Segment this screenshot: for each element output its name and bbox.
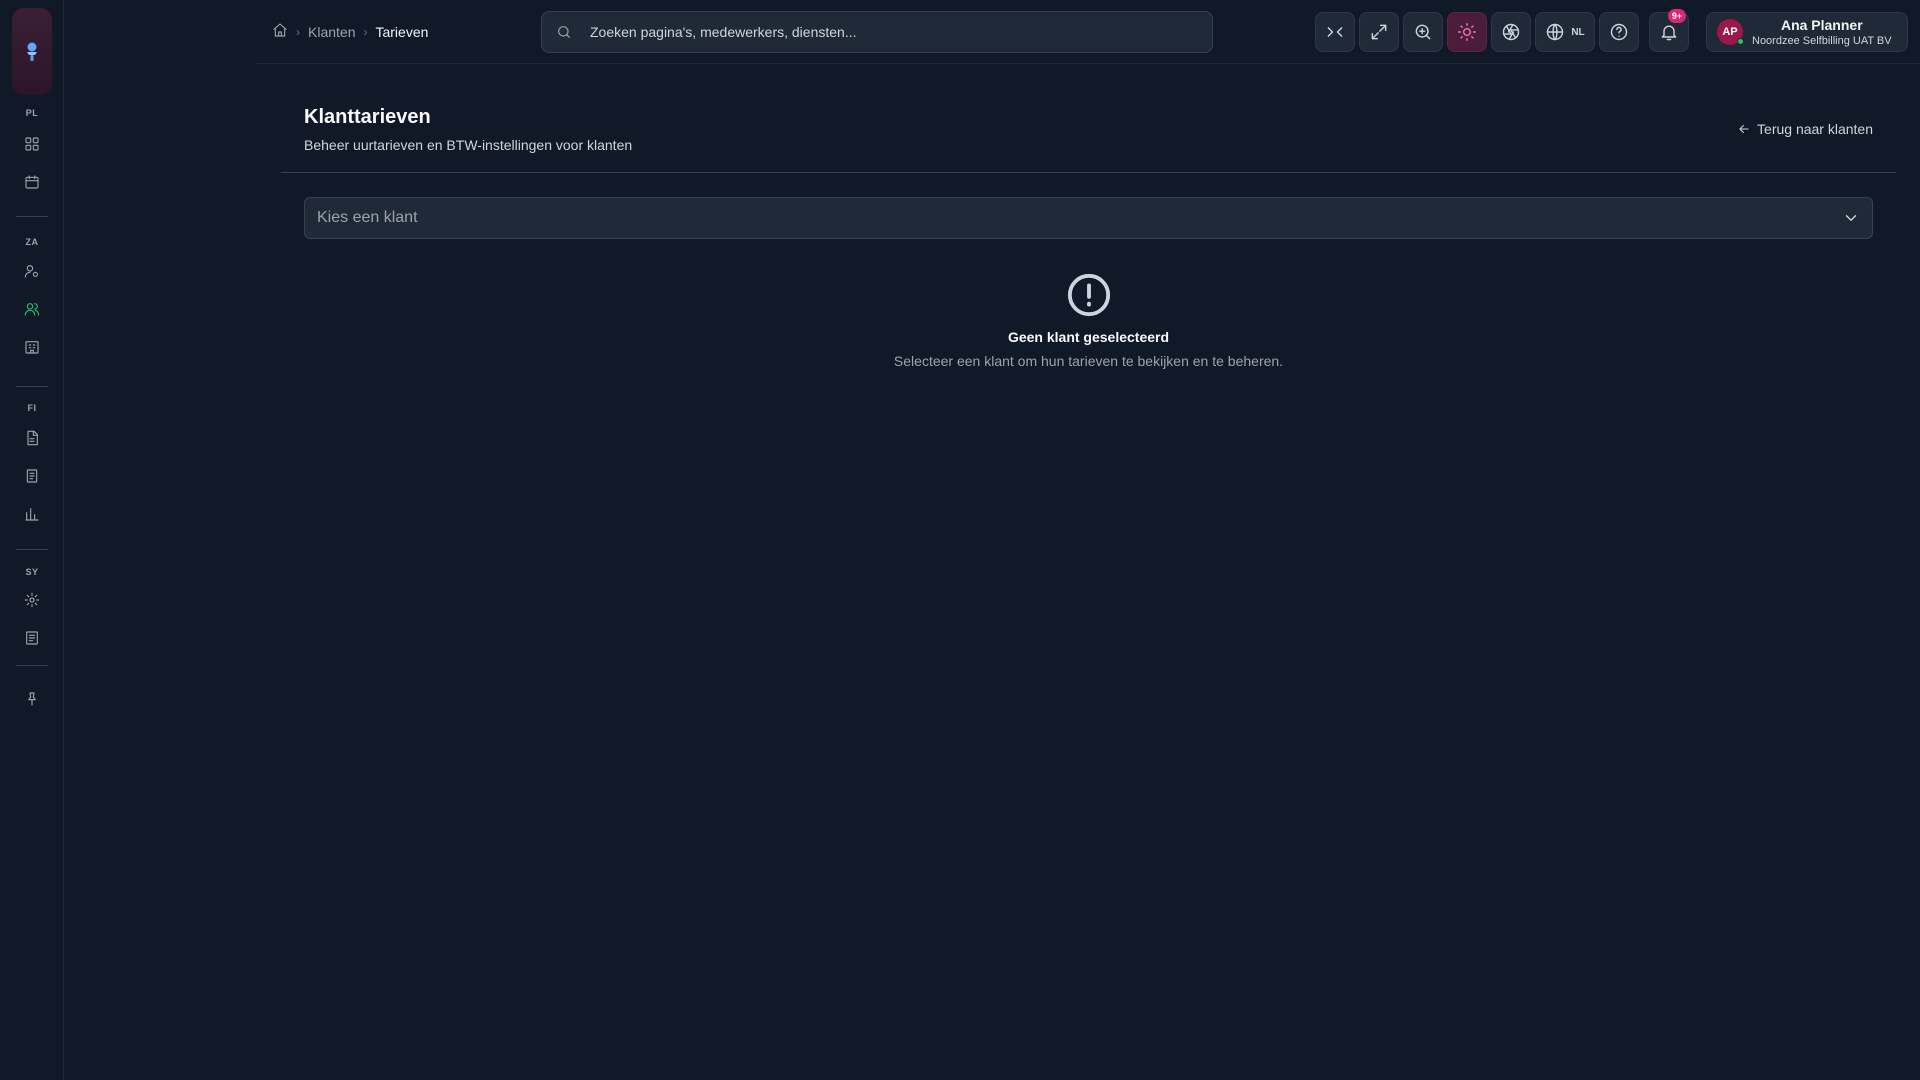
topbar: › Klanten › Tarieven NL 9+ AP Ana (257, 0, 1920, 64)
rail-logs-button[interactable] (18, 624, 46, 652)
user-settings-icon (24, 265, 38, 278)
chevron-right-icon: › (296, 24, 300, 39)
rail-divider (16, 216, 48, 217)
language-button[interactable]: NL (1535, 12, 1595, 52)
document-icon (27, 430, 38, 446)
chevron-down-icon (1845, 215, 1857, 221)
zoom-in-icon (1415, 24, 1431, 40)
page-subtitle: Beheer uurtarieven en BTW-instellingen v… (304, 137, 633, 153)
client-select[interactable]: Kies een klant (304, 197, 1873, 239)
home-icon (273, 23, 287, 37)
empty-state-title: Geen klant geselecteerd (1007, 329, 1170, 345)
rail-divider (16, 386, 48, 387)
help-button[interactable] (1599, 12, 1639, 52)
breadcrumb-home[interactable] (272, 22, 288, 41)
bell-icon (1661, 25, 1677, 41)
global-search[interactable] (541, 11, 1213, 53)
breadcrumb-clients[interactable]: Klanten (308, 24, 355, 40)
rail-buildings-button[interactable] (18, 333, 46, 361)
expand-icon (1371, 24, 1387, 40)
rail-settings-button[interactable] (18, 586, 46, 614)
theme-toggle-button[interactable] (1447, 12, 1487, 52)
collapse-icon (1327, 27, 1343, 37)
user-organization: Noordzee Selfbilling UAT BV (1752, 34, 1892, 47)
rail-receipts-button[interactable] (18, 462, 46, 490)
user-menu[interactable]: AP Ana Planner Noordzee Selfbilling UAT … (1706, 12, 1908, 52)
zoom-button[interactable] (1403, 12, 1443, 52)
arrow-left-icon (1739, 124, 1749, 134)
avatar-initials: AP (1722, 26, 1738, 38)
user-info: Ana Planner Noordzee Selfbilling UAT BV (1752, 17, 1892, 48)
rail-divider (16, 665, 48, 666)
globe-icon (1547, 23, 1564, 41)
page-title: Klanttarieven (304, 106, 431, 128)
rail-dashboard-button[interactable] (18, 130, 46, 158)
bar-chart-icon (25, 508, 39, 521)
brand-logo-icon (27, 42, 37, 61)
log-icon (26, 631, 38, 645)
sun-icon (1457, 22, 1477, 42)
empty-state: Geen klant geselecteerd Selecteer een kl… (304, 272, 1873, 369)
help-circle-icon (1610, 23, 1628, 41)
fullscreen-button[interactable] (1359, 12, 1399, 52)
building-icon (25, 341, 39, 354)
receipt-icon (26, 469, 38, 483)
breadcrumb-current: Tarieven (375, 23, 429, 40)
notification-badge: 9+ (1668, 9, 1686, 23)
rail-invoices-button[interactable] (18, 424, 46, 452)
calendar-icon (25, 175, 39, 189)
chevron-right-icon: › (363, 24, 368, 39)
rail-divider (16, 549, 48, 550)
rail-section-sy: SY (25, 567, 39, 577)
breadcrumb: › Klanten › Tarieven (272, 22, 428, 41)
empty-state-message: Selecteer een klant om hun tarieven te b… (893, 353, 1284, 369)
notifications-button[interactable]: 9+ (1649, 9, 1689, 52)
pin-icon (28, 692, 36, 706)
avatar: AP (1717, 19, 1744, 45)
alert-circle-icon (1067, 273, 1110, 317)
rail-calendar-button[interactable] (18, 168, 46, 196)
users-icon (24, 303, 40, 316)
sidebar-rail: PL ZA FI SY (0, 0, 64, 1080)
rail-employees-button[interactable] (18, 257, 46, 285)
back-to-clients-link[interactable]: Terug naar klanten (1737, 121, 1873, 137)
search-icon (558, 26, 570, 38)
rail-reports-button[interactable] (18, 500, 46, 528)
dashboard-icon (25, 137, 39, 151)
back-link-label: Terug naar klanten (1757, 121, 1873, 137)
language-code: NL (1571, 26, 1585, 38)
rail-section-pl: PL (25, 108, 39, 118)
user-name: Ana Planner (1780, 16, 1863, 33)
appearance-button[interactable] (1491, 12, 1531, 52)
search-input[interactable] (590, 24, 1212, 40)
rail-clients-button[interactable] (18, 295, 46, 323)
rail-section-fi: FI (27, 403, 37, 413)
collapse-sidebar-button[interactable] (1315, 12, 1355, 52)
gear-icon (24, 592, 40, 608)
rail-pin-button[interactable] (18, 685, 46, 713)
online-status-dot (1737, 38, 1744, 45)
aperture-icon (1502, 23, 1520, 41)
client-select-placeholder: Kies een klant (317, 209, 418, 226)
app-logo[interactable] (12, 8, 52, 95)
header-divider (281, 172, 1896, 173)
rail-section-za: ZA (25, 237, 39, 247)
